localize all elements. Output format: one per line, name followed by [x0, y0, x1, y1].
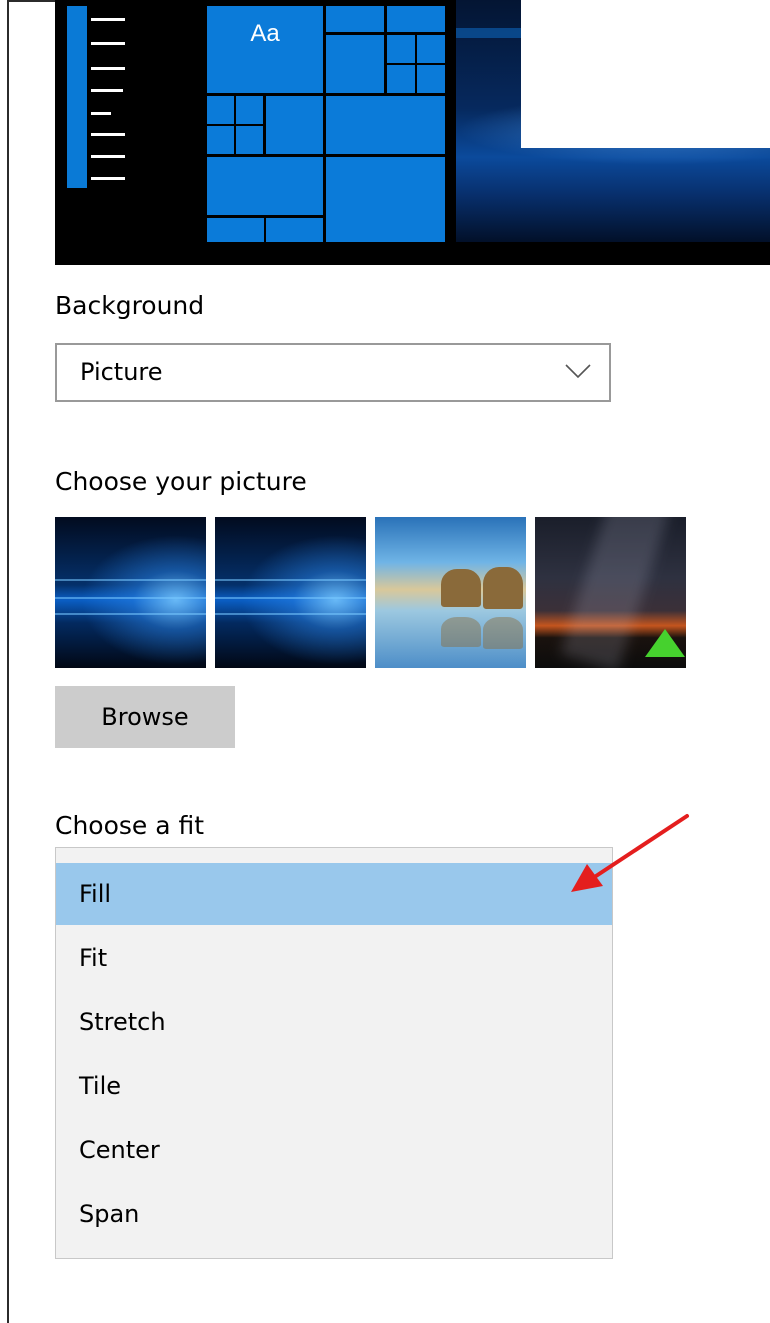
- picture-thumbnail-windows-2[interactable]: [215, 517, 366, 668]
- preview-tile: [236, 96, 263, 124]
- preview-tile: [417, 35, 445, 63]
- preview-tile-label: Aa: [250, 20, 280, 47]
- preview-tile: [207, 96, 234, 124]
- window-border-left: [7, 0, 9, 1323]
- preview-tile: [207, 126, 234, 154]
- preview-menu-line: [91, 89, 123, 92]
- preview-taskbar: [55, 242, 770, 265]
- preview-menu-line: [91, 67, 125, 70]
- preview-tile: [266, 96, 323, 154]
- preview-menu-line: [91, 155, 125, 158]
- preview-menu-line: [91, 112, 111, 115]
- preview-tile: [326, 157, 445, 242]
- fit-option-tile[interactable]: Tile: [56, 1055, 612, 1117]
- preview-tile: [417, 65, 445, 93]
- fit-option-span[interactable]: Span: [56, 1183, 612, 1245]
- preview-desktop: [456, 0, 770, 242]
- preview-tile: [387, 35, 415, 63]
- background-label: Background: [55, 291, 205, 320]
- fit-option-fit[interactable]: Fit: [56, 927, 612, 989]
- preview-tile: [266, 218, 323, 242]
- preview-start-rail: [67, 6, 87, 188]
- chevron-down-icon: [565, 364, 591, 379]
- preview-start-tiles: Aa: [205, 6, 445, 242]
- preview-tile: [236, 126, 263, 154]
- background-dropdown-value: Picture: [80, 358, 163, 386]
- preview-window: [521, 0, 770, 148]
- preview-tile-aa: Aa: [207, 6, 323, 93]
- background-preview: Aa: [55, 0, 770, 265]
- preview-tile: [207, 218, 264, 242]
- preview-menu-line: [91, 18, 125, 21]
- annotation-arrow-icon: [571, 814, 689, 892]
- picture-thumbnail-beach[interactable]: [375, 517, 526, 668]
- preview-tile: [387, 65, 415, 93]
- browse-button[interactable]: Browse: [55, 686, 235, 748]
- fit-option-stretch[interactable]: Stretch: [56, 991, 612, 1053]
- fit-option-center[interactable]: Center: [56, 1119, 612, 1181]
- preview-menu-line: [91, 42, 125, 45]
- fit-option-fill[interactable]: Fill: [56, 863, 612, 925]
- preview-tile: [207, 157, 323, 215]
- preview-tile: [326, 35, 384, 93]
- choose-picture-label: Choose your picture: [55, 467, 307, 496]
- fit-dropdown-list[interactable]: Fill Fit Stretch Tile Center Span: [55, 847, 613, 1259]
- preview-menu-line: [91, 133, 125, 136]
- preview-tile: [326, 6, 384, 32]
- background-dropdown[interactable]: Picture: [55, 343, 611, 402]
- picture-thumbnail-windows-1[interactable]: [55, 517, 206, 668]
- preview-tile: [387, 6, 445, 32]
- preview-menu-line: [91, 177, 125, 180]
- picture-thumbnail-night-sky[interactable]: [535, 517, 686, 668]
- choose-fit-label: Choose a fit: [55, 811, 205, 840]
- preview-tile: [326, 96, 445, 154]
